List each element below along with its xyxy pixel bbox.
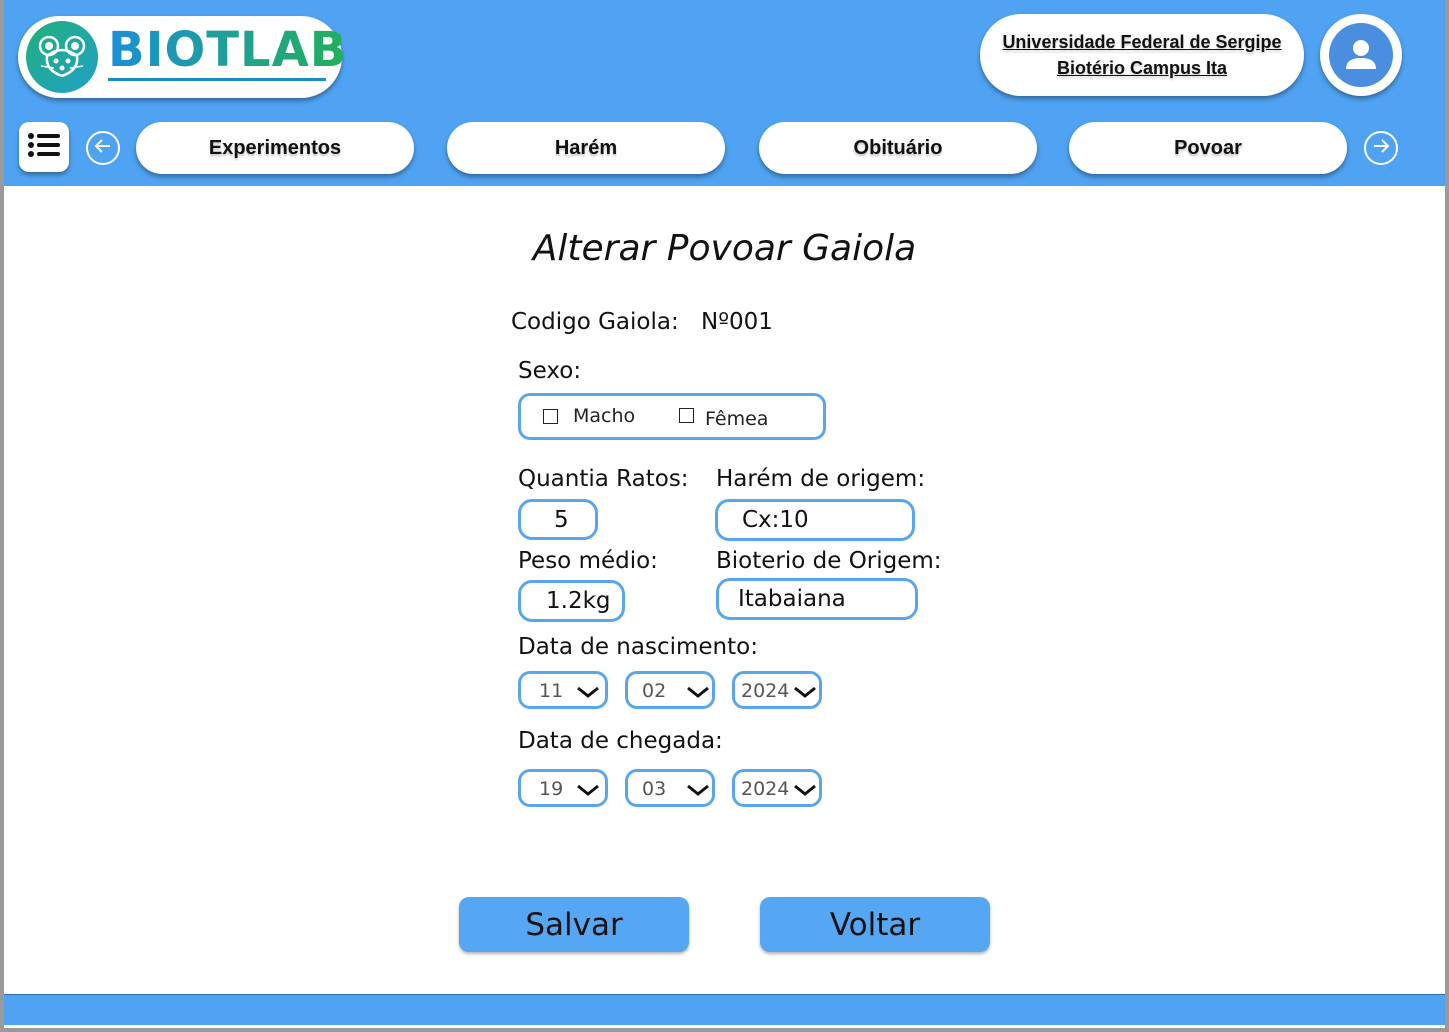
nav-next-button[interactable] [1364,131,1398,165]
app-frame: BIOTLAB Universidade Federal de Sergipe … [4,0,1445,1028]
institution-name: Universidade Federal de Sergipe [1002,32,1282,52]
codigo-value: Nº001 [701,309,773,335]
femea-label: Fêmea [705,408,769,430]
nascimento-label: Data de nascimento: [518,634,758,660]
chegada-month-select[interactable]: 03 [625,769,715,807]
header-bar: BIOTLAB Universidade Federal de Sergipe … [4,0,1445,186]
nascimento-month-select[interactable]: 02 [625,671,715,709]
femea-checkbox[interactable] [679,408,694,423]
sexo-group: Macho Fêmea [518,393,826,440]
tab-experimentos[interactable]: Experimentos [136,122,414,174]
harem-input[interactable]: Cx:10 [715,499,915,541]
mouse-icon [26,21,98,93]
chegada-day-select[interactable]: 19 [518,769,608,807]
menu-button[interactable] [19,122,69,172]
tab-povoar[interactable]: Povoar [1069,122,1347,174]
nascimento-year-select[interactable]: 2024 [732,671,822,709]
footer-bar [4,994,1445,1025]
chevron-down-icon [577,686,599,698]
back-button[interactable]: Voltar [760,897,990,952]
nascimento-day-select[interactable]: 11 [518,671,608,709]
chegada-month-value: 03 [642,778,667,800]
institution-badge: Universidade Federal de Sergipe Biotério… [980,14,1304,96]
peso-input[interactable]: 1.2kg [518,580,625,622]
chegada-day-value: 19 [539,778,564,800]
codigo-label: Codigo Gaiola: [511,309,679,335]
tab-obituario[interactable]: Obituário [759,122,1037,174]
tab-harem[interactable]: Harém [447,122,725,174]
bioterio-input[interactable]: Itabaiana [716,578,918,620]
arrow-right-icon [1372,138,1390,158]
harem-label: Harém de origem: [716,466,926,492]
nascimento-month-value: 02 [642,680,667,702]
quantia-input[interactable]: 5 [518,499,598,540]
chegada-label: Data de chegada: [518,728,723,754]
peso-label: Peso médio: [518,548,658,574]
macho-checkbox[interactable] [543,409,558,424]
nav-prev-button[interactable] [86,131,120,165]
user-icon [1329,23,1393,87]
nascimento-day-value: 11 [539,680,564,702]
chevron-down-icon [794,784,816,796]
macho-label: Macho [573,405,636,427]
save-button[interactable]: Salvar [459,897,689,952]
nascimento-year-value: 2024 [741,680,790,702]
bioterio-label: Bioterio de Origem: [716,548,942,574]
brand-logo[interactable]: BIOTLAB [18,16,346,98]
campus-name: Biotério Campus Ita [1056,58,1228,78]
chevron-down-icon [577,784,599,796]
brand-name: BIOTLAB [108,22,348,78]
brand-underline [108,78,326,81]
quantia-label: Quantia Ratos: [518,466,689,492]
chegada-year-value: 2024 [741,778,790,800]
chevron-down-icon [687,686,709,698]
sexo-label: Sexo: [518,358,582,384]
arrow-left-icon [94,138,112,158]
chegada-year-select[interactable]: 2024 [732,769,822,807]
chevron-down-icon [794,686,816,698]
page-title: Alterar Povoar Gaiola [532,228,917,269]
chevron-down-icon [687,784,709,796]
list-menu-icon [28,133,60,161]
user-avatar[interactable] [1320,14,1402,96]
